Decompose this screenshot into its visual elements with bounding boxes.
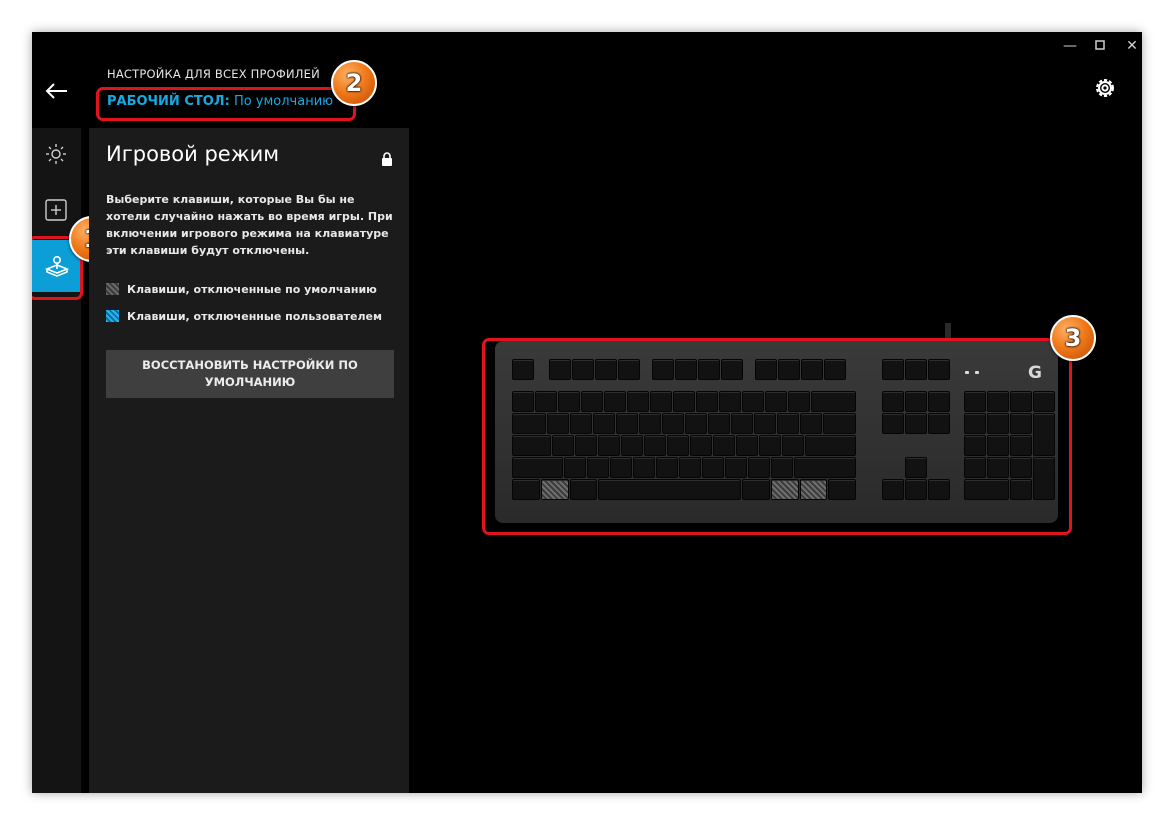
panel-title: Игровой режим — [106, 142, 280, 166]
sidebar-item-lighting[interactable] — [32, 128, 81, 180]
minimize-icon[interactable]: — — [1060, 38, 1080, 54]
back-arrow-icon[interactable] — [44, 78, 70, 104]
legend-label: Клавиши, отключенные по умолчанию — [127, 283, 377, 296]
gear-icon[interactable] — [1092, 75, 1118, 101]
maximize-icon[interactable] — [1090, 38, 1110, 54]
legend-default-disabled: Клавиши, отключенные по умолчанию — [106, 283, 377, 296]
annotation-badge-3: 3 — [1050, 315, 1096, 361]
annotation-box-3 — [482, 338, 1072, 535]
legend-label: Клавиши, отключенные пользователем — [127, 310, 382, 323]
header-title: НАСТРОЙКА ДЛЯ ВСЕХ ПРОФИЛЕЙ — [107, 67, 320, 81]
annotation-badge-2: 2 — [331, 60, 377, 106]
lock-icon — [382, 152, 392, 166]
plus-box-icon — [45, 199, 67, 221]
close-icon[interactable]: ✕ — [1122, 38, 1142, 54]
restore-defaults-button[interactable]: ВОССТАНОВИТЬ НАСТРОЙКИ ПО УМОЛЧАНИЮ — [106, 350, 394, 398]
swatch-user-disabled — [106, 310, 119, 322]
lighting-icon — [46, 144, 66, 164]
game-mode-panel: Игровой режим Выберите клавиши, которые … — [89, 128, 409, 793]
swatch-default-disabled — [106, 283, 119, 295]
panel-description: Выберите клавиши, которые Вы бы не хотел… — [106, 193, 393, 257]
legend-user-disabled: Клавиши, отключенные пользователем — [106, 310, 382, 323]
annotation-box-2 — [96, 87, 356, 121]
app-window: — ✕ НАСТРОЙКА ДЛЯ ВСЕХ ПРОФИЛЕЙ РАБОЧИЙ … — [32, 32, 1142, 793]
